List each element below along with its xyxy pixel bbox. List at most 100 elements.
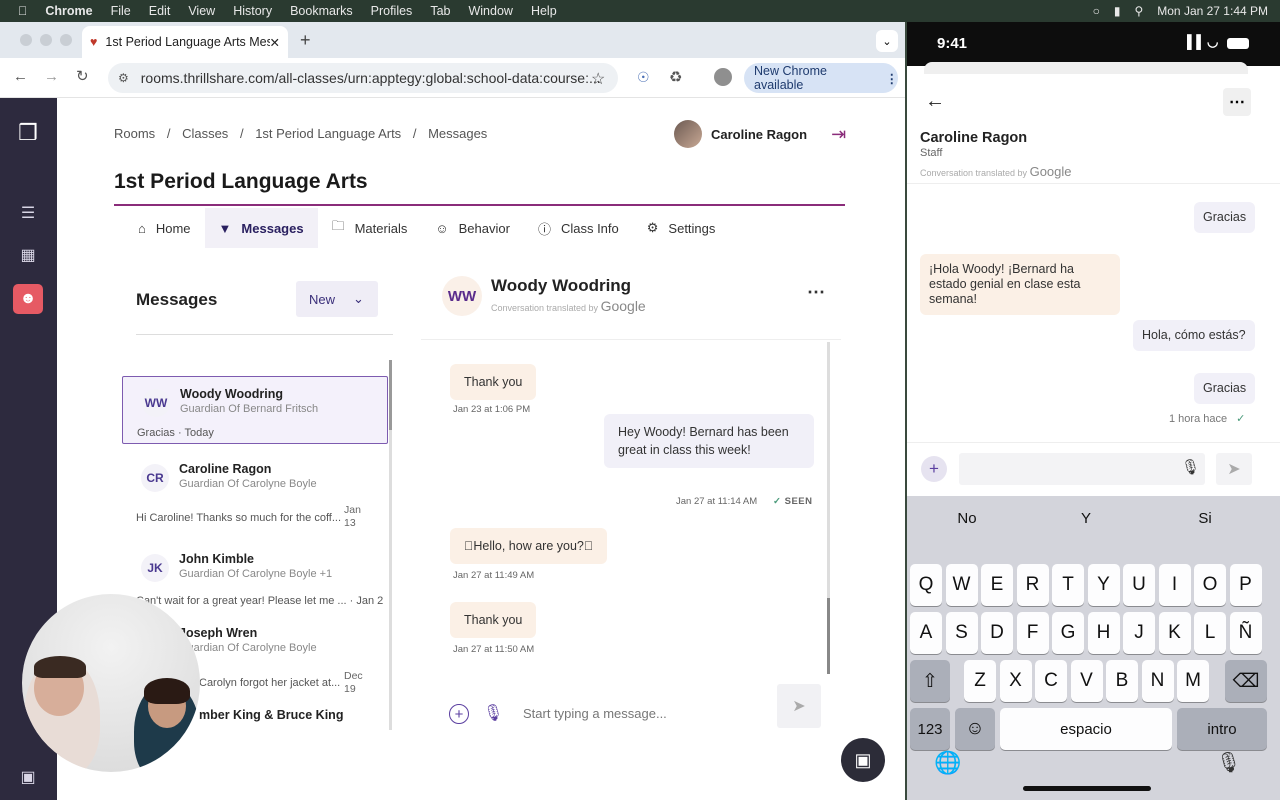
key-o[interactable]: O bbox=[1194, 564, 1226, 606]
menu-history[interactable]: History bbox=[233, 4, 272, 18]
wifi-icon[interactable]: ○ bbox=[1093, 4, 1100, 18]
back-arrow-icon[interactable]: ← bbox=[925, 90, 945, 113]
attach-plus-icon[interactable]: + bbox=[449, 704, 469, 724]
dictation-icon[interactable]: 🎙 bbox=[1216, 750, 1241, 775]
back-icon[interactable]: ← bbox=[13, 68, 28, 85]
globe-icon[interactable]: 🌐 bbox=[934, 750, 961, 776]
shift-key[interactable]: ⇧ bbox=[910, 660, 950, 702]
help-chat-button[interactable]: ▣ bbox=[841, 738, 885, 782]
key-h[interactable]: H bbox=[1087, 612, 1120, 654]
tab-home[interactable]: ⌂ Home bbox=[124, 208, 205, 248]
breadcrumb-rooms[interactable]: Rooms bbox=[114, 126, 155, 141]
menubar-clock[interactable]: Mon Jan 27 1:44 PM bbox=[1157, 4, 1268, 18]
key-w[interactable]: W bbox=[945, 564, 978, 606]
tab-class-info[interactable]: ⓘ Class Info bbox=[524, 208, 633, 248]
new-chrome-available-button[interactable]: New Chrome available ⋮ bbox=[744, 63, 898, 93]
menu-bookmarks[interactable]: Bookmarks bbox=[290, 4, 353, 18]
minimize-window-button[interactable] bbox=[40, 34, 52, 46]
list-item[interactable]: JK John Kimble Guardian Of Carolyne Boyl… bbox=[122, 542, 388, 614]
key-k[interactable]: K bbox=[1158, 612, 1191, 654]
menu-app[interactable]: Chrome bbox=[45, 4, 92, 18]
list-scrollbar-thumb[interactable] bbox=[389, 360, 392, 430]
key-j[interactable]: J bbox=[1123, 612, 1155, 654]
delete-key[interactable]: ⌫ bbox=[1225, 660, 1267, 702]
attach-plus-icon[interactable]: + bbox=[921, 456, 947, 482]
menu-edit[interactable]: Edit bbox=[149, 4, 171, 18]
close-window-button[interactable] bbox=[20, 34, 32, 46]
zoom-window-button[interactable] bbox=[60, 34, 72, 46]
search-icon[interactable]: ⚲ bbox=[1134, 4, 1143, 18]
key-m[interactable]: M bbox=[1177, 660, 1209, 702]
browser-tab[interactable]: ♥ 1st Period Language Arts Mes ✕ bbox=[82, 26, 288, 58]
layout-icon[interactable]: ▦ bbox=[13, 240, 43, 270]
key-n[interactable]: N bbox=[1141, 660, 1174, 702]
numbers-key[interactable]: 123 bbox=[910, 708, 950, 750]
key-l[interactable]: L bbox=[1194, 612, 1226, 654]
forward-icon[interactable]: → bbox=[44, 68, 59, 85]
suggestion[interactable]: No bbox=[907, 510, 1027, 527]
message-input[interactable]: Start typing a message... bbox=[523, 706, 667, 721]
microphone-icon[interactable]: 🎙 bbox=[483, 703, 503, 723]
site-info-icon[interactable]: ⚙ bbox=[118, 71, 129, 85]
key-p[interactable]: P bbox=[1229, 564, 1262, 606]
chat-scrollbar-thumb[interactable] bbox=[827, 598, 830, 674]
new-tab-icon[interactable]: + bbox=[300, 30, 311, 51]
tab-behavior[interactable]: ☺ Behavior bbox=[421, 208, 524, 248]
reload-icon[interactable]: ↻ bbox=[76, 67, 89, 85]
menu-view[interactable]: View bbox=[188, 4, 215, 18]
phone-message-input[interactable] bbox=[959, 453, 1205, 485]
extension-icon[interactable]: ☉ bbox=[637, 69, 650, 86]
menu-profiles[interactable]: Profiles bbox=[371, 4, 413, 18]
tab-messages[interactable]: ▼ Messages bbox=[204, 208, 318, 248]
phone-more-icon[interactable]: ⋯ bbox=[1223, 88, 1251, 116]
list-item[interactable]: WW Woody Woodring Guardian Of Bernard Fr… bbox=[122, 376, 388, 444]
key-s[interactable]: S bbox=[945, 612, 978, 654]
key-t[interactable]: T bbox=[1052, 564, 1084, 606]
phone-send-button[interactable]: ➤ bbox=[1216, 453, 1252, 485]
address-bar[interactable]: ⚙ rooms.thrillshare.com/all-classes/urn:… bbox=[108, 63, 618, 93]
breadcrumb-class[interactable]: 1st Period Language Arts bbox=[255, 126, 401, 141]
key-i[interactable]: I bbox=[1158, 564, 1191, 606]
key-y[interactable]: Y bbox=[1087, 564, 1120, 606]
chat-more-icon[interactable]: ⋯ bbox=[807, 282, 825, 303]
video-call-bubble[interactable] bbox=[22, 594, 200, 772]
profile-avatar[interactable] bbox=[714, 68, 732, 86]
tab-settings[interactable]: ⚙ Settings bbox=[633, 208, 730, 248]
thrillshare-logo-icon[interactable]: ❒ bbox=[13, 118, 43, 148]
bookmark-star-icon[interactable]: ☆ bbox=[591, 69, 605, 89]
key-ñ[interactable]: Ñ bbox=[1229, 612, 1262, 654]
list-item[interactable]: CR Caroline Ragon Guardian Of Carolyne B… bbox=[122, 452, 388, 532]
more-menu-icon[interactable]: ⋮ bbox=[886, 71, 899, 86]
close-tab-icon[interactable]: ✕ bbox=[270, 35, 280, 50]
suggestion[interactable]: Si bbox=[1145, 510, 1265, 527]
key-b[interactable]: B bbox=[1106, 660, 1138, 702]
logout-icon[interactable]: ⇥ bbox=[831, 124, 846, 145]
key-v[interactable]: V bbox=[1070, 660, 1103, 702]
menu-help[interactable]: Help bbox=[531, 4, 557, 18]
key-x[interactable]: X bbox=[999, 660, 1032, 702]
user-menu[interactable]: Caroline Ragon ⇥ bbox=[674, 120, 846, 148]
key-d[interactable]: D bbox=[981, 612, 1013, 654]
apple-icon[interactable]:  bbox=[18, 4, 27, 18]
menu-window[interactable]: Window bbox=[468, 4, 512, 18]
tab-materials[interactable]: 🗀 Materials bbox=[318, 208, 422, 248]
emoji-key[interactable]: ☺ bbox=[955, 708, 995, 750]
key-z[interactable]: Z bbox=[964, 660, 996, 702]
breadcrumb-classes[interactable]: Classes bbox=[182, 126, 228, 141]
suggestion[interactable]: Y bbox=[1026, 510, 1146, 527]
return-key[interactable]: intro bbox=[1177, 708, 1267, 750]
extensions-puzzle-icon[interactable]: ♻ bbox=[669, 68, 682, 86]
microphone-icon[interactable]: 🎙 bbox=[1181, 458, 1200, 476]
menu-tab[interactable]: Tab bbox=[430, 4, 450, 18]
key-u[interactable]: U bbox=[1123, 564, 1155, 606]
key-g[interactable]: G bbox=[1052, 612, 1084, 654]
key-e[interactable]: E bbox=[981, 564, 1013, 606]
new-message-button[interactable]: New ⌄ bbox=[296, 281, 378, 317]
key-a[interactable]: A bbox=[910, 612, 942, 654]
tab-search-icon[interactable]: ⌄ bbox=[876, 30, 898, 52]
layers-icon[interactable]: ☰ bbox=[13, 198, 43, 228]
key-f[interactable]: F bbox=[1016, 612, 1049, 654]
menu-file[interactable]: File bbox=[111, 4, 131, 18]
space-key[interactable]: espacio bbox=[1000, 708, 1172, 750]
classes-icon[interactable]: ☻ bbox=[13, 284, 43, 314]
